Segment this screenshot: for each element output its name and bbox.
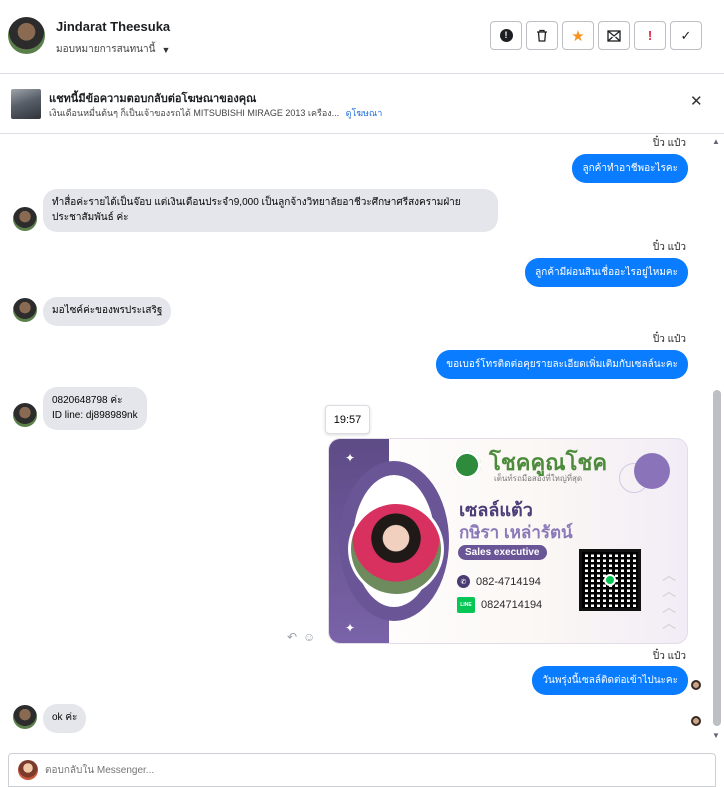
sender-label: ปิ๋ว แป๋ว <box>652 334 686 345</box>
delete-button[interactable] <box>526 21 558 50</box>
contact-name[interactable]: Jindarat Theesuka <box>56 19 170 34</box>
view-ad-link[interactable]: ดูโฆษณา <box>346 108 383 118</box>
scrollbar-thumb[interactable] <box>713 390 721 726</box>
outgoing-message[interactable]: ลูกค้ามีผ่อนสินเชื่ออะไรอยู่ไหมคะ <box>525 258 688 287</box>
ad-banner-title: แชทนี้มีข้อความตอบกลับต่อโฆษณาของคุณ <box>49 93 257 105</box>
card-tagline: เต็นท์รถมือสองที่ใหญ่ที่สุด <box>494 474 583 483</box>
reply-input[interactable] <box>45 759 705 781</box>
card-deco-circle <box>634 453 670 489</box>
outgoing-message[interactable]: ลูกค้าทำอาชีพอะไรคะ <box>572 154 688 183</box>
outgoing-message[interactable]: ขอเบอร์โทรติดต่อคุยรายละเอียดเพิ่มเติมกั… <box>436 350 688 379</box>
scroll-down-arrow-icon[interactable]: ▼ <box>712 731 720 740</box>
line-icon: LINE <box>457 597 475 613</box>
card-person-name: กษิรา เหล่ารัตน์ <box>459 523 573 542</box>
brand-logo-icon <box>453 451 481 479</box>
assign-conversation-dropdown[interactable]: มอบหมายการสนทนานี้ ▼ <box>56 42 170 57</box>
page-avatar <box>18 760 38 780</box>
ad-thumbnail[interactable] <box>11 89 41 119</box>
incoming-message[interactable]: ok ค่ะ <box>43 704 87 733</box>
incoming-message[interactable]: มอไซค์ค่ะของพรประเสริฐ <box>43 297 172 326</box>
sender-label: ปิ๋ว แป๋ว <box>652 651 686 662</box>
contact-avatar[interactable] <box>8 17 45 54</box>
star-icon: ★ <box>571 27 585 45</box>
done-button[interactable]: ✓ <box>670 21 702 50</box>
read-receipt-avatar <box>691 680 701 690</box>
message-line: 0820648798 ค่ะ <box>52 395 123 406</box>
business-card-image[interactable]: ✦ ✦ โชคคูณโชค เต็นท์รถมือสองที่ใหญ่ที่สุ… <box>328 438 688 644</box>
ad-description-text: เงินเดือนหมื่นต้นๆ ก็เป็นเจ้าของรถได้ MI… <box>49 108 340 118</box>
sender-label: ปิ๋ว แป๋ว <box>652 138 686 149</box>
chevron-up-icon: ︿ <box>662 615 676 631</box>
info-button[interactable]: ! <box>490 21 522 50</box>
check-icon: ✓ <box>680 27 692 43</box>
sender-label: ปิ๋ว แป๋ว <box>652 242 686 253</box>
mail-icon <box>607 29 621 42</box>
mark-unread-button[interactable] <box>598 21 630 50</box>
message-thread[interactable]: ปิ๋ว แป๋ว ลูกค้าทำอาชีพอะไรคะ ทำสื่อค่ะร… <box>0 134 710 747</box>
card-phone-number: 082-4714194 <box>476 575 541 588</box>
reply-composer[interactable] <box>8 753 716 787</box>
star-button[interactable]: ★ <box>562 21 594 50</box>
spam-button[interactable]: ! <box>634 21 666 50</box>
card-phone: ✆ 082-4714194 <box>457 575 541 588</box>
sparkle-icon: ✦ <box>345 621 356 635</box>
reply-icon[interactable]: ↶ <box>287 630 297 644</box>
ad-banner-description: เงินเดือนหมื่นต้นๆ ก็เป็นเจ้าของรถได้ MI… <box>49 106 382 120</box>
read-receipt-avatar <box>691 716 701 726</box>
conversation-header: Jindarat Theesuka มอบหมายการสนทนานี้ ▼ !… <box>0 0 724 74</box>
contact-avatar-small[interactable] <box>13 403 37 427</box>
exclamation-icon: ! <box>647 28 653 43</box>
message-line: ทำสื่อค่ะรายได้เป็นจ๊อบ แต่เงินเดือนประจ… <box>52 197 461 208</box>
close-icon[interactable]: ✕ <box>690 92 703 110</box>
incoming-message[interactable]: ทำสื่อค่ะรายได้เป็นจ๊อบ แต่เงินเดือนประจ… <box>43 189 498 232</box>
qr-line-logo <box>604 574 616 586</box>
contact-avatar-small[interactable] <box>13 207 37 231</box>
emoji-icon[interactable]: ☺ <box>303 630 315 644</box>
sparkle-icon: ✦ <box>345 451 356 465</box>
card-line-id: 0824714194 <box>481 599 543 611</box>
outgoing-message[interactable]: วันพรุ่งนี้เซลล์ติดต่อเข้าไปนะคะ <box>532 666 688 695</box>
scroll-up-arrow-icon[interactable]: ▲ <box>712 137 720 146</box>
trash-icon <box>537 29 547 42</box>
assign-label: มอบหมายการสนทนานี้ <box>56 44 156 55</box>
contact-avatar-small[interactable] <box>13 298 37 322</box>
info-icon: ! <box>499 29 513 42</box>
chevron-down-icon: ▼ <box>161 44 171 55</box>
timestamp-tooltip: 19:57 <box>325 405 370 434</box>
card-line: LINE 0824714194 <box>457 597 542 613</box>
ad-reply-banner: แชทนี้มีข้อความตอบกลับต่อโฆษณาของคุณ เงิ… <box>0 74 724 134</box>
message-line: ประชาสัมพันธ์ ค่ะ <box>52 211 129 223</box>
message-line: ID line: dj898989nk <box>52 409 138 421</box>
incoming-message[interactable]: 0820648798 ค่ะ ID line: dj898989nk <box>43 387 147 430</box>
contact-avatar-small[interactable] <box>13 705 37 729</box>
phone-icon: ✆ <box>457 575 470 588</box>
card-badge: Sales executive <box>458 545 547 560</box>
salesperson-photo <box>348 501 444 597</box>
